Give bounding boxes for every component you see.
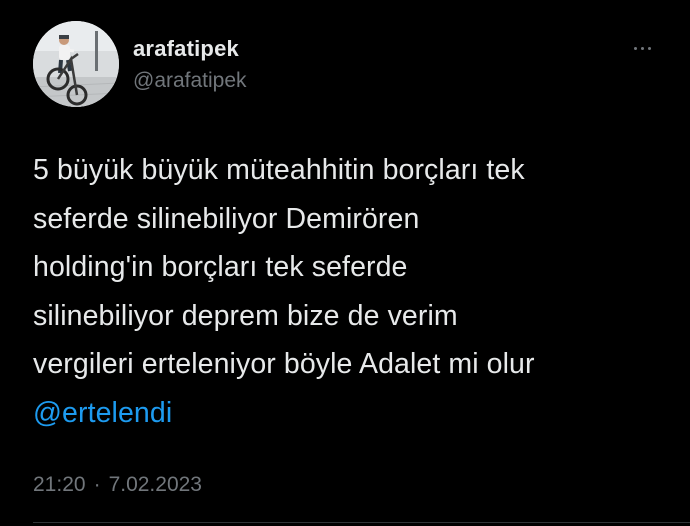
author-info: arafatipek @arafatipek [133,35,247,95]
divider [33,522,690,523]
tweet-text-line: holding'in borçları tek seferde [33,251,408,283]
tweet-text-line: vergileri erteleniyor böyle Adalet mi ol… [33,348,535,380]
user-handle[interactable]: @arafatipek [133,67,247,95]
tweet-date: 7.02.2023 [108,473,202,496]
display-name[interactable]: arafatipek [133,35,247,63]
mention-link[interactable]: @ertelendi [33,389,673,438]
more-dot [640,46,644,50]
tweet-text-line: 5 büyük büyük müteahhitin borçları tek [33,154,525,186]
more-dot [647,46,651,50]
separator: · [93,473,101,496]
more-horizontal-icon [633,46,637,50]
avatar[interactable] [33,21,119,107]
more-options-button[interactable] [626,38,658,58]
tweet-timestamp[interactable]: 21:20 · 7.02.2023 [33,470,202,500]
profile-photo-icon [33,21,119,107]
tweet-time: 21:20 [33,473,86,496]
tweet-text-line: seferde silinebiliyor Demirören [33,202,420,235]
tweet-text-line: silinebiliyor deprem bize de verim [33,299,458,332]
tweet-text: 5 büyük büyük müteahhitin borçları tek s… [33,146,673,437]
tweet-card: arafatipek @arafatipek 5 büyük büyük müt… [0,0,690,526]
